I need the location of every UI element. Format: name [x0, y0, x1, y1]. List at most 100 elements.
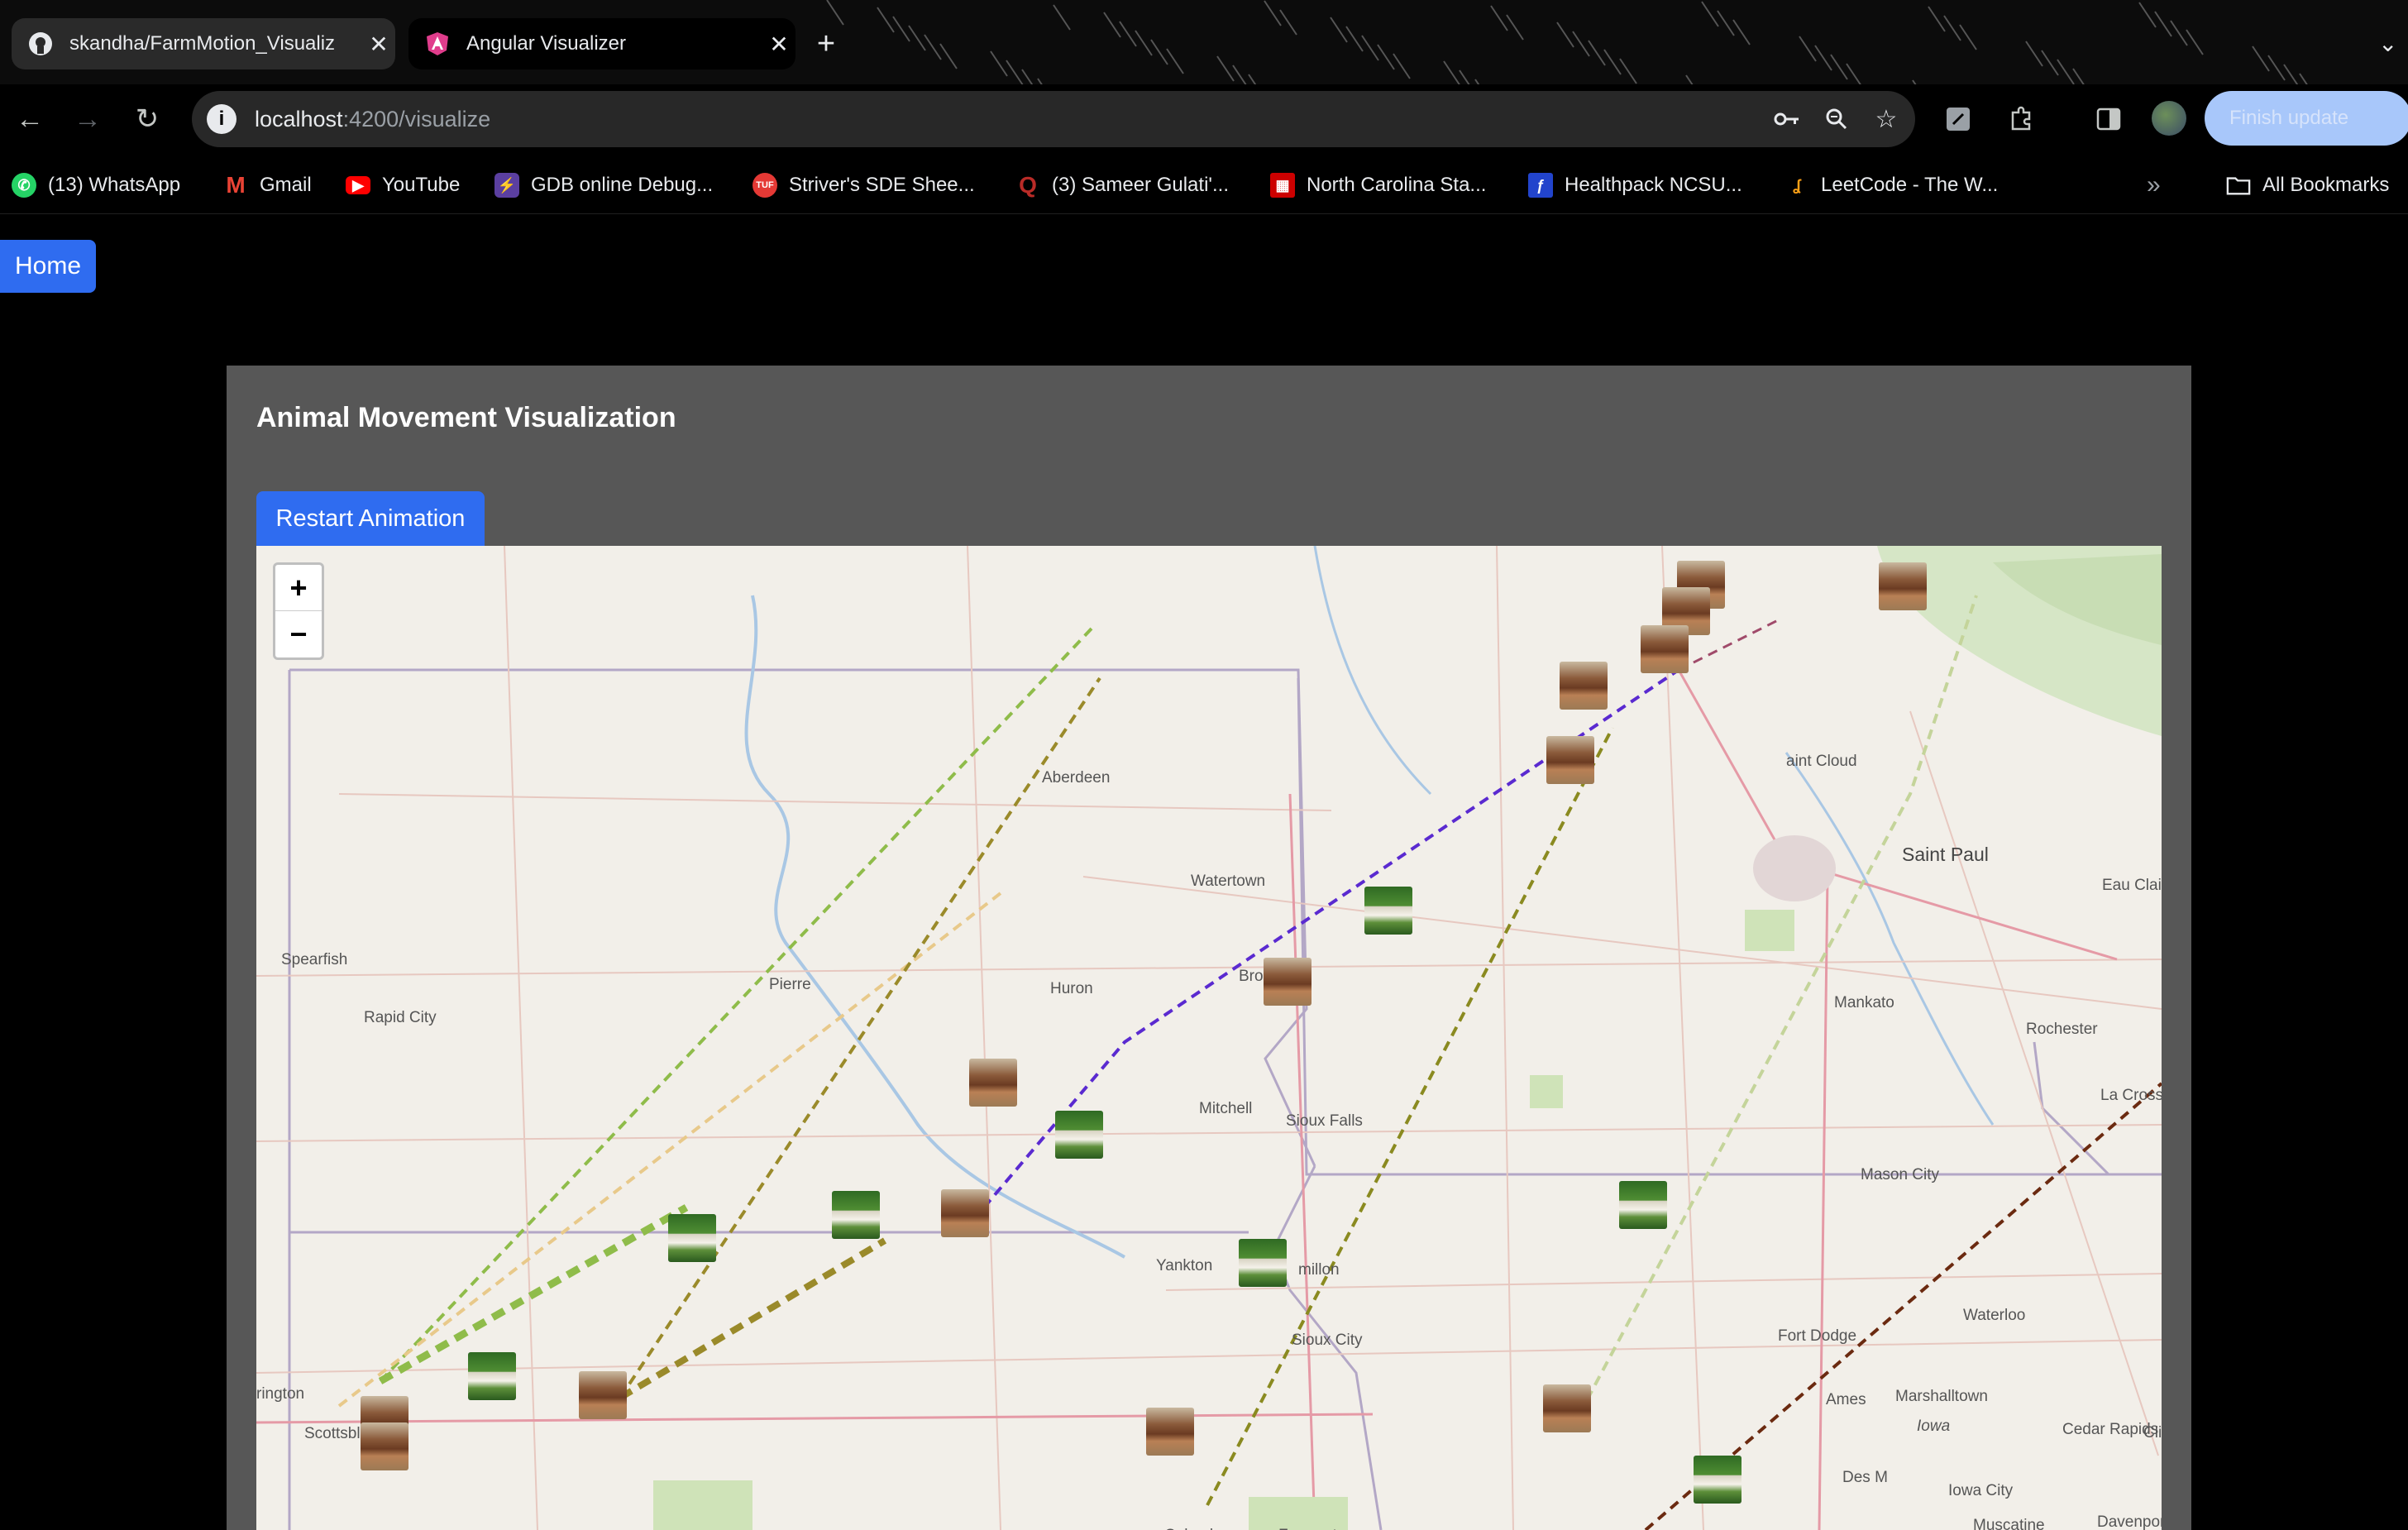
cattle-marker-icon[interactable] — [579, 1371, 627, 1419]
cow-marker-icon[interactable] — [1694, 1456, 1742, 1504]
back-arrow-icon[interactable]: ← — [12, 101, 48, 137]
city-label: Cli — [2143, 1424, 2162, 1442]
url-path: :4200/visualize — [342, 106, 491, 131]
cow-marker-icon[interactable] — [1055, 1111, 1103, 1159]
city-label: La Crosse — [2100, 1087, 2162, 1104]
cattle-marker-icon[interactable] — [969, 1059, 1017, 1107]
city-label: Iowa — [1917, 1418, 1951, 1435]
url-host: localhost — [255, 106, 343, 131]
state-border — [289, 668, 1316, 1167]
tab-title: Angular Visualizer — [466, 32, 626, 55]
cow-marker-icon[interactable] — [668, 1214, 716, 1262]
key-icon[interactable] — [1766, 98, 1808, 140]
tab-github[interactable]: skandha/FarmMotion_Visualiz ✕ — [12, 18, 395, 69]
profile-avatar[interactable] — [2152, 101, 2186, 136]
animal-route-line — [337, 892, 1002, 1408]
bookmark-striver[interactable]: TUF Striver's SDE Shee... — [752, 169, 975, 202]
animal-route-line — [379, 627, 1093, 1383]
address-bar[interactable]: i localhost:4200/visualize ☆ — [192, 91, 1915, 147]
city-label: Sioux Falls — [1286, 1112, 1363, 1130]
zoom-in-button[interactable]: + — [275, 565, 322, 611]
road — [256, 1124, 2162, 1142]
interstate — [256, 1413, 1374, 1424]
bookmarks-bar: ✆ (13) WhatsApp M Gmail ▶ YouTube ⚡ GDB … — [0, 157, 2408, 214]
bookmark-gmail[interactable]: M Gmail — [223, 169, 311, 202]
zoom-out-button[interactable]: − — [275, 611, 322, 657]
bookmark-label: North Carolina Sta... — [1307, 174, 1487, 196]
bookmark-leetcode[interactable]: ʆ LeetCode - The W... — [1784, 169, 1998, 202]
city-label: Watertown — [1191, 873, 1266, 890]
reload-icon[interactable]: ↻ — [129, 101, 165, 137]
cattle-marker-icon[interactable] — [941, 1189, 989, 1237]
cow-marker-icon[interactable] — [1239, 1239, 1287, 1287]
zoom-icon[interactable] — [1816, 98, 1857, 140]
city-label: Davenport — [2097, 1513, 2162, 1530]
cattle-marker-icon[interactable] — [1146, 1408, 1194, 1456]
bookmark-ncsu[interactable]: ▦ North Carolina Sta... — [1270, 169, 1486, 202]
extension-icon[interactable] — [1942, 103, 1975, 136]
river — [1784, 752, 1995, 1126]
browser-toolbar: ← → ↻ i localhost:4200/visualize ☆ Finis… — [0, 84, 2408, 154]
whatsapp-icon: ✆ — [12, 173, 36, 198]
home-button[interactable]: Home — [0, 240, 96, 293]
city-label: Columbus — [1164, 1527, 1235, 1530]
youtube-icon: ▶ — [346, 176, 370, 194]
urban-area — [1753, 835, 1836, 901]
cattle-marker-icon[interactable] — [361, 1422, 408, 1470]
city-label: Spearfish — [281, 951, 348, 968]
city-label: Iowa City — [1948, 1482, 2014, 1499]
bookmark-label: GDB online Debug... — [531, 174, 714, 196]
bookmark-label: (3) Sameer Gulati'... — [1052, 174, 1229, 196]
new-tab-button[interactable]: + — [807, 25, 845, 63]
more-bookmarks-icon[interactable]: » — [2147, 169, 2161, 202]
bookmark-label: Healthpack NCSU... — [1565, 174, 1742, 196]
tab-angular-visualizer[interactable]: Angular Visualizer ✕ — [408, 18, 796, 69]
close-icon[interactable]: ✕ — [762, 31, 796, 58]
bookmark-youtube[interactable]: ▶ YouTube — [346, 169, 460, 202]
city-label: Waterloo — [1963, 1307, 2026, 1324]
city-label: Des M — [1842, 1469, 1888, 1486]
state-border — [1297, 677, 2162, 1176]
bookmark-quora[interactable]: Q (3) Sameer Gulati'... — [1015, 169, 1229, 202]
side-panel-icon[interactable] — [2092, 103, 2125, 136]
cattle-marker-icon[interactable] — [1641, 625, 1689, 673]
cow-marker-icon[interactable] — [1364, 887, 1412, 935]
city-label: Aberdeen — [1042, 769, 1111, 787]
river — [1313, 546, 1432, 796]
bookmark-label: LeetCode - The W... — [1821, 174, 1999, 196]
animal-route-line — [618, 1237, 887, 1401]
cow-marker-icon[interactable] — [468, 1352, 516, 1400]
star-icon[interactable]: ☆ — [1866, 98, 1907, 140]
all-bookmarks-folder[interactable]: All Bookmarks — [2226, 169, 2389, 202]
restart-animation-button[interactable]: Restart Animation — [256, 491, 485, 546]
cow-marker-icon[interactable] — [832, 1191, 880, 1239]
bookmark-gdb[interactable]: ⚡ GDB online Debug... — [494, 169, 713, 202]
bookmark-label: (13) WhatsApp — [48, 174, 181, 196]
road — [1496, 546, 1514, 1530]
site-info-icon[interactable]: i — [207, 104, 236, 134]
cattle-marker-icon[interactable] — [1264, 958, 1312, 1006]
cattle-marker-icon[interactable] — [1879, 562, 1927, 610]
tab-title: skandha/FarmMotion_Visualiz — [69, 32, 336, 55]
state-border — [2033, 1041, 2110, 1176]
city-label: aint Cloud — [1786, 753, 1857, 770]
forward-arrow-icon[interactable]: → — [69, 101, 106, 137]
browser-tab-strip: skandha/FarmMotion_Visualiz ✕ Angular Vi… — [0, 0, 2408, 96]
all-bookmarks-label: All Bookmarks — [2262, 174, 2390, 196]
cow-marker-icon[interactable] — [1619, 1181, 1667, 1229]
bookmark-whatsapp[interactable]: ✆ (13) WhatsApp — [12, 169, 180, 202]
chevron-down-icon[interactable]: ⌄ — [2378, 30, 2397, 57]
bookmark-healthpack[interactable]: ƒ Healthpack NCSU... — [1528, 169, 1742, 202]
finish-update-button[interactable]: Finish update — [2205, 91, 2408, 146]
bookmark-label: YouTube — [382, 174, 461, 196]
url-text[interactable]: localhost:4200/visualize — [255, 107, 1766, 132]
movement-map[interactable]: Aberdeen Watertown Spearfish Rapid City Pier… — [256, 546, 2162, 1530]
cattle-marker-icon[interactable] — [1560, 662, 1608, 710]
cattle-marker-icon[interactable] — [1543, 1384, 1591, 1432]
city-label: Marshalltown — [1895, 1388, 1988, 1405]
puzzle-icon[interactable] — [2004, 103, 2038, 136]
cattle-marker-icon[interactable] — [1546, 736, 1594, 784]
city-label: Sioux City — [1292, 1332, 1363, 1349]
close-icon[interactable]: ✕ — [362, 31, 395, 58]
map-base-layer — [256, 546, 2162, 1530]
